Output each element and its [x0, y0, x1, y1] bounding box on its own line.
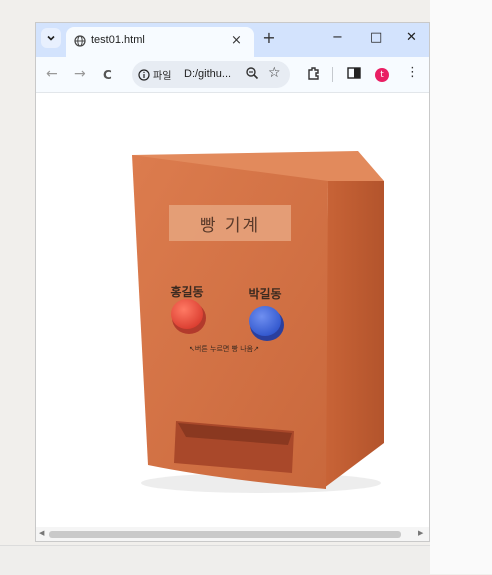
- bread-machine-illustration: 빵 기계 홍길동 박길동 ↖버튼 누르면 빵 나옴↗: [132, 151, 384, 493]
- browser-window: test01.html × + − □ ✕ ← → C 파일 D:/githu.…: [35, 22, 430, 542]
- forward-button[interactable]: →: [74, 66, 86, 82]
- bookmark-star-icon[interactable]: ☆: [268, 65, 281, 81]
- right-button-label: 박길동: [248, 286, 281, 301]
- tab-title: test01.html: [91, 34, 145, 46]
- horizontal-scrollbar[interactable]: ◀ ▶: [36, 527, 429, 541]
- back-button[interactable]: ←: [46, 66, 58, 82]
- reload-button[interactable]: C: [103, 67, 112, 83]
- toolbar-divider: [332, 67, 333, 82]
- minimize-button[interactable]: −: [332, 30, 343, 46]
- tab-active[interactable]: test01.html ×: [66, 27, 254, 57]
- title-bar: test01.html × + − □ ✕: [36, 23, 429, 57]
- toolbar: ← → C 파일 D:/githu... ☆ t ⋮: [36, 57, 429, 93]
- menu-icon[interactable]: ⋮: [406, 65, 419, 81]
- info-icon: [138, 68, 150, 81]
- extensions-icon[interactable]: [306, 65, 322, 81]
- scroll-left-arrow-icon[interactable]: ◀: [39, 529, 44, 537]
- chevron-down-icon: [47, 35, 55, 41]
- profile-avatar[interactable]: t: [375, 68, 389, 82]
- button-caption: ↖버튼 누르면 빵 나옴↗: [189, 344, 259, 353]
- close-window-button[interactable]: ✕: [406, 30, 417, 46]
- globe-icon: [74, 35, 86, 47]
- zoom-icon[interactable]: [245, 66, 259, 80]
- page-content: 빵 기계 홍길동 박길동 ↖버튼 누르면 빵 나옴↗: [36, 93, 429, 527]
- tab-search-button[interactable]: [41, 28, 61, 48]
- url-text: D:/githu...: [184, 68, 232, 80]
- taskbar-area: [0, 545, 430, 575]
- tab-close-button[interactable]: ×: [231, 33, 242, 49]
- side-panel-icon[interactable]: [346, 65, 362, 81]
- desktop-background: [430, 0, 492, 574]
- left-button-label: 홍길동: [170, 284, 203, 299]
- file-chip-label: 파일: [153, 71, 172, 82]
- maximize-button[interactable]: □: [370, 30, 382, 46]
- sign-text: 빵 기계: [200, 216, 260, 236]
- new-tab-button[interactable]: +: [260, 29, 278, 47]
- site-info-chip[interactable]: 파일: [138, 66, 171, 83]
- machine-side: [324, 181, 384, 488]
- scrollbar-thumb[interactable]: [49, 531, 401, 538]
- scroll-right-arrow-icon[interactable]: ▶: [418, 529, 423, 537]
- address-bar[interactable]: 파일 D:/githu... ☆: [132, 61, 290, 88]
